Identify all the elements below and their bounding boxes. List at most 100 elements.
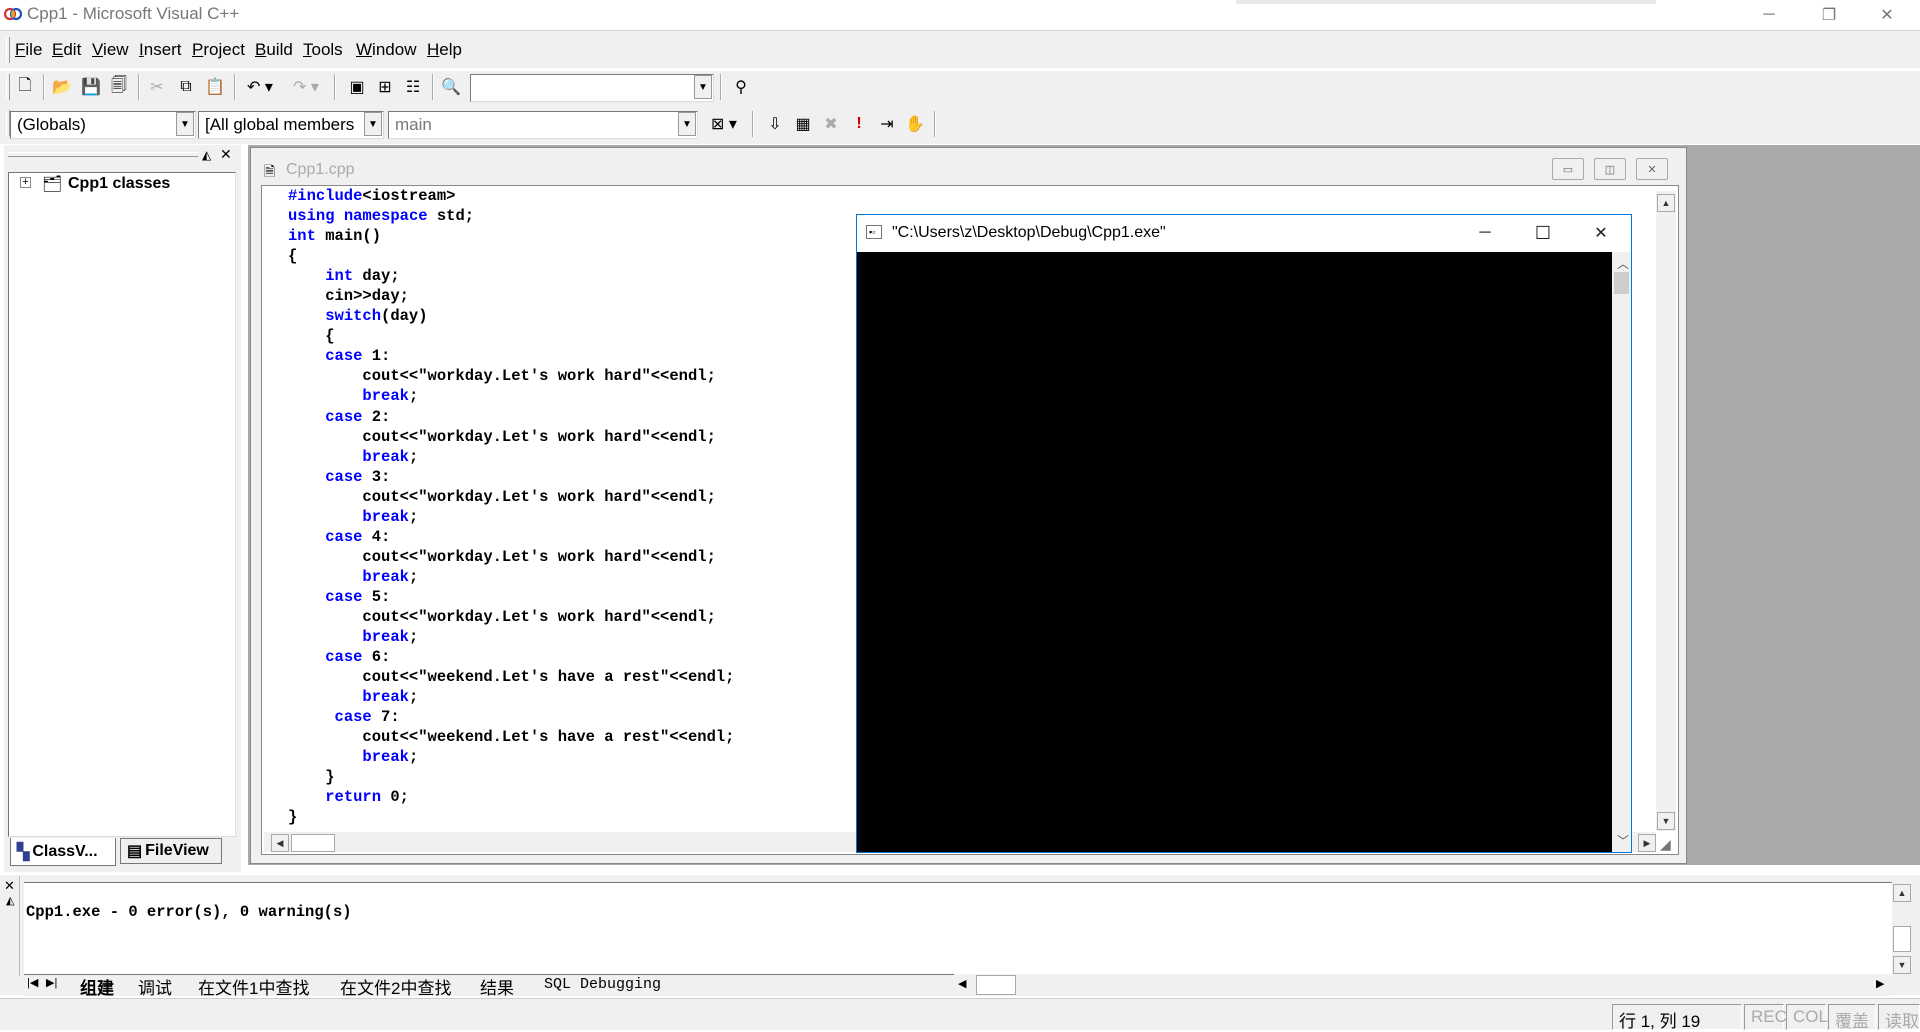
output-tab-results[interactable]: 结果 [480, 974, 514, 999]
tab-classview[interactable]: ▚ ClassV... [10, 838, 116, 866]
code-line[interactable]: case 3: [288, 467, 734, 487]
tab-scroll-next-icon[interactable]: ▶| [46, 976, 57, 989]
code-line[interactable]: case 5: [288, 587, 734, 607]
pane-grip[interactable] [8, 152, 198, 157]
wizard-action-icon[interactable]: ⊠ ▾ [702, 111, 746, 137]
code-line[interactable]: cout<<"workday.Let's work hard"<<endl; [288, 547, 734, 567]
member-combo-dropdown-icon[interactable]: ▼ [678, 112, 696, 136]
console-scroll-thumb[interactable] [1614, 272, 1629, 294]
code-text[interactable]: #include<iostream> using namespace std; in… [288, 186, 734, 828]
code-line[interactable]: switch(day) [288, 306, 734, 326]
editor-vertical-scrollbar[interactable] [1656, 191, 1676, 831]
tab-scroll-first-icon[interactable]: |◀ [27, 976, 38, 989]
window-list-icon[interactable]: ☷ [400, 74, 426, 100]
scroll-down-icon[interactable]: ▼ [1657, 812, 1675, 830]
menu-build[interactable]: Build [255, 40, 293, 60]
new-file-icon[interactable]: 🗋 [12, 74, 38, 100]
code-line[interactable]: int day; [288, 266, 734, 286]
redo-icon[interactable]: ↷ ▾ [286, 74, 326, 100]
class-combo-dropdown-icon[interactable]: ▼ [176, 112, 194, 136]
menu-view[interactable]: View [92, 40, 129, 60]
code-line[interactable]: break; [288, 747, 734, 767]
scroll-right-icon[interactable]: ▶ [1638, 834, 1656, 852]
filter-combo[interactable]: [All global members [198, 111, 384, 139]
save-icon[interactable]: 💾 [78, 74, 104, 100]
paste-icon[interactable]: 📋 [202, 74, 228, 100]
output-scroll-right-icon[interactable]: ▶ [1876, 977, 1884, 990]
output-window-icon[interactable]: ⊞ [372, 74, 398, 100]
tree-root-label[interactable]: Cpp1 classes [68, 175, 170, 193]
pane-maximize-icon[interactable]: ◭ [202, 148, 211, 162]
console-close-button[interactable]: ✕ [1572, 216, 1630, 250]
menu-file[interactable]: File [15, 40, 42, 60]
tree-expander[interactable]: + [20, 177, 31, 188]
find-in-files-icon[interactable]: 🔍 [438, 74, 464, 100]
tab-fileview[interactable]: ▤ FileView [120, 838, 222, 864]
code-line[interactable]: case 1: [288, 346, 734, 366]
output-tab-find1[interactable]: 在文件1中查找 [198, 974, 309, 999]
doc-maximize-button[interactable]: ◫ [1594, 158, 1626, 180]
code-line[interactable]: case 2: [288, 407, 734, 427]
console-scroll-up-icon[interactable]: ︿ [1617, 255, 1629, 272]
open-folder-icon[interactable]: 📂 [49, 74, 75, 100]
size-grip-icon[interactable]: ◢ [1660, 836, 1671, 853]
code-line[interactable]: { [288, 326, 734, 346]
workspace-icon[interactable]: ▣ [344, 74, 370, 100]
output-scroll-down-icon[interactable]: ▼ [1893, 956, 1911, 974]
code-line[interactable]: cout<<"workday.Let's work hard"<<endl; [288, 487, 734, 507]
output-tab-sql-debugging[interactable]: SQL Debugging [544, 976, 661, 993]
menu-window[interactable]: Window [356, 40, 416, 60]
scroll-up-icon[interactable]: ▲ [1657, 194, 1675, 212]
build-icon[interactable]: ▦ [790, 111, 816, 137]
code-line[interactable]: int main() [288, 226, 734, 246]
cut-icon[interactable]: ✂ [144, 74, 170, 100]
menubar-grip[interactable] [6, 37, 10, 63]
code-line[interactable]: cout<<"workday.Let's work hard"<<endl; [288, 607, 734, 627]
copy-icon[interactable]: ⧉ [173, 74, 199, 100]
console-vertical-scrollbar[interactable] [1612, 252, 1631, 852]
stop-build-icon[interactable]: ✖ [818, 111, 844, 137]
code-line[interactable]: return 0; [288, 787, 734, 807]
find-binoculars-icon[interactable]: ⚲ [728, 74, 754, 100]
minimize-button[interactable]: ─ [1740, 0, 1798, 29]
go-icon[interactable]: ⇥ [874, 111, 900, 137]
restore-button[interactable]: ❐ [1800, 0, 1858, 29]
output-hscroll-thumb[interactable] [976, 975, 1016, 995]
output-scroll-up-icon[interactable]: ▲ [1893, 884, 1911, 902]
scroll-left-icon[interactable]: ◀ [271, 834, 289, 852]
code-line[interactable]: break; [288, 386, 734, 406]
pane-close-icon[interactable]: ✕ [220, 146, 232, 163]
code-line[interactable]: break; [288, 687, 734, 707]
console-window[interactable] [856, 214, 1632, 853]
class-combo[interactable]: (Globals) [10, 111, 196, 139]
save-all-icon[interactable]: 🗐 [106, 74, 132, 100]
code-line[interactable]: } [288, 767, 734, 787]
code-line[interactable]: cout<<"workday.Let's work hard"<<endl; [288, 366, 734, 386]
code-line[interactable]: break; [288, 567, 734, 587]
console-maximize-button[interactable]: ☐ [1514, 216, 1572, 250]
output-scroll-left-icon[interactable]: ◀ [958, 977, 966, 990]
code-line[interactable]: case 4: [288, 527, 734, 547]
code-line[interactable]: break; [288, 627, 734, 647]
horizontal-scroll-thumb[interactable] [291, 834, 335, 852]
doc-minimize-button[interactable]: ▭ [1552, 158, 1584, 180]
code-line[interactable]: cin>>day; [288, 286, 734, 306]
code-line[interactable]: } [288, 807, 734, 827]
filter-combo-dropdown-icon[interactable]: ▼ [364, 112, 382, 136]
code-line[interactable]: cout<<"weekend.Let's have a rest"<<endl; [288, 667, 734, 687]
member-combo[interactable]: main [388, 111, 698, 139]
menu-help[interactable]: Help [427, 40, 462, 60]
code-line[interactable]: cout<<"workday.Let's work hard"<<endl; [288, 427, 734, 447]
code-line[interactable]: case 7: [288, 707, 734, 727]
doc-close-button[interactable]: ✕ [1636, 158, 1668, 180]
output-tab-debug[interactable]: 调试 [138, 974, 172, 999]
menu-insert[interactable]: Insert [139, 40, 182, 60]
toolbar-grip[interactable] [6, 74, 10, 100]
code-line[interactable]: { [288, 246, 734, 266]
code-line[interactable]: using namespace std; [288, 206, 734, 226]
compile-icon[interactable]: ⇩ [762, 111, 788, 137]
code-line[interactable]: break; [288, 447, 734, 467]
execute-icon[interactable]: ! [846, 111, 872, 137]
console-minimize-button[interactable]: ─ [1456, 216, 1514, 250]
code-line[interactable]: case 6: [288, 647, 734, 667]
